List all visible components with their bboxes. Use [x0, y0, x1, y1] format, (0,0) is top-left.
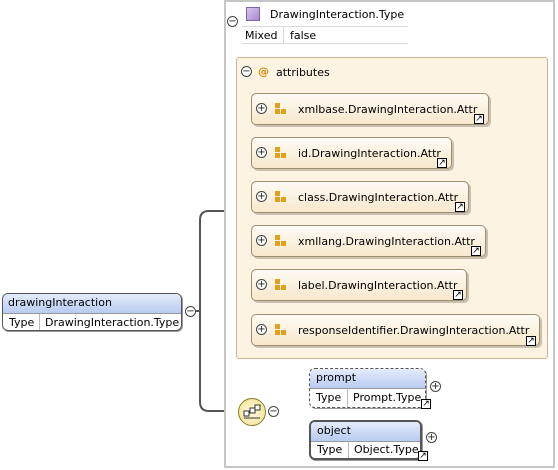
- external-link-icon[interactable]: ↗: [474, 114, 484, 124]
- attribute-icon: [275, 147, 286, 158]
- type-label: Type: [317, 443, 343, 456]
- external-link-icon[interactable]: ↗: [418, 451, 428, 461]
- element-separator: [3, 313, 181, 314]
- expand-icon[interactable]: +: [256, 324, 267, 335]
- attribute-icon: [275, 324, 286, 335]
- type-value: Prompt.Type: [353, 391, 422, 404]
- element-divider: [348, 442, 349, 458]
- external-link-icon[interactable]: ↗: [455, 202, 465, 212]
- element-separator: [310, 388, 425, 389]
- element-separator: [311, 441, 420, 442]
- attribute-label: class.DrawingInteraction.Attr: [298, 191, 459, 204]
- external-link-icon[interactable]: ↗: [471, 246, 481, 256]
- element-name: drawingInteraction: [8, 296, 112, 309]
- expand-icon[interactable]: +: [256, 191, 267, 202]
- element-name: prompt: [316, 371, 357, 384]
- attribute-icon: [275, 235, 286, 246]
- mixed-label: Mixed: [245, 29, 278, 42]
- attribute-icon: [275, 279, 286, 290]
- collapse-root-icon[interactable]: −: [185, 306, 196, 317]
- collapse-attributes-icon[interactable]: −: [241, 66, 252, 77]
- element-divider: [347, 389, 348, 407]
- collapse-sequence-icon[interactable]: −: [268, 406, 279, 417]
- type-value: Object.Type: [354, 443, 419, 456]
- expand-icon[interactable]: +: [256, 235, 267, 246]
- external-link-icon[interactable]: ↗: [453, 290, 463, 300]
- attribute-label: label.DrawingInteraction.Attr: [298, 279, 458, 292]
- attribute-label: id.DrawingInteraction.Attr: [298, 147, 441, 160]
- expand-icon[interactable]: +: [256, 147, 267, 158]
- expand-object-icon[interactable]: +: [426, 432, 437, 443]
- collapse-type-icon[interactable]: −: [227, 16, 238, 27]
- mixed-separator: [283, 26, 284, 44]
- external-link-icon[interactable]: ↗: [421, 399, 431, 409]
- attribute-label: xmllang.DrawingInteraction.Attr: [298, 235, 475, 248]
- complex-type-icon: [246, 7, 260, 21]
- element-name: object: [317, 424, 351, 437]
- sequence-icon: [243, 404, 261, 419]
- attribute-icon: [275, 191, 286, 202]
- element-divider: [39, 314, 40, 330]
- attribute-label: xmlbase.DrawingInteraction.Attr: [298, 103, 478, 116]
- child-element-prompt[interactable]: prompt Type Prompt.Type: [309, 368, 426, 408]
- root-element-drawinginteraction[interactable]: drawingInteraction Type DrawingInteracti…: [2, 293, 182, 331]
- attributes-title: attributes: [276, 66, 330, 79]
- type-label: Type: [9, 316, 35, 329]
- external-link-icon[interactable]: ↗: [437, 158, 447, 168]
- external-link-icon[interactable]: ↗: [526, 336, 536, 346]
- mixed-value: false: [290, 29, 317, 42]
- attribute-label: responseIdentifier.DrawingInteraction.At…: [298, 324, 530, 337]
- complex-type-name: DrawingInteraction.Type: [270, 8, 405, 21]
- attribute-icon: [275, 103, 286, 114]
- type-value: DrawingInteraction.Type: [45, 316, 180, 329]
- expand-icon[interactable]: +: [256, 103, 267, 114]
- child-element-object[interactable]: object Type Object.Type: [309, 420, 422, 460]
- expand-icon[interactable]: +: [256, 279, 267, 290]
- expand-prompt-icon[interactable]: +: [430, 381, 441, 392]
- type-label: Type: [316, 391, 342, 404]
- attributes-at-icon: @: [258, 65, 269, 78]
